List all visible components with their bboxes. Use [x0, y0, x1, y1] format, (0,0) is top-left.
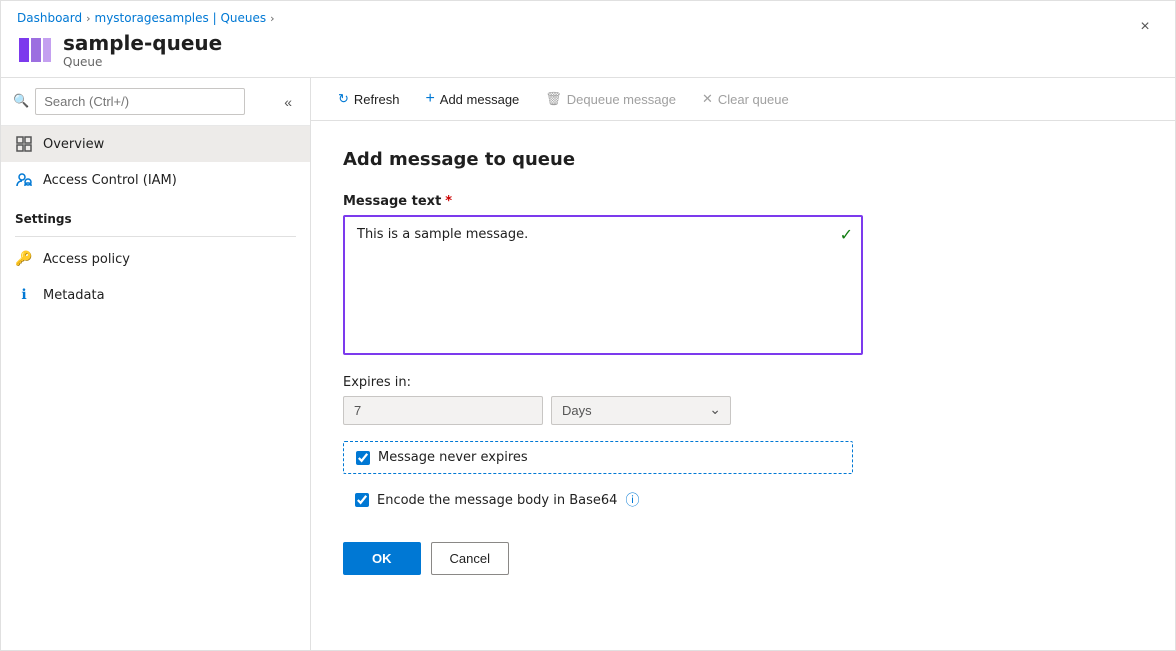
- main-content: ↻ Refresh + Add message 🗑 Dequeue messag…: [311, 78, 1175, 650]
- sidebar-item-access-control-label: Access Control (IAM): [43, 173, 177, 188]
- sidebar-item-overview-label: Overview: [43, 137, 104, 152]
- add-message-button[interactable]: + Add message: [414, 84, 530, 114]
- required-indicator: *: [445, 194, 452, 209]
- collapse-button[interactable]: «: [278, 90, 298, 114]
- never-expires-label: Message never expires: [378, 450, 528, 465]
- access-policy-icon: 🔑: [15, 250, 33, 268]
- settings-section-header: Settings: [1, 198, 310, 232]
- button-row: OK Cancel: [343, 542, 1143, 575]
- refresh-label: Refresh: [354, 92, 400, 107]
- title-text: sample-queue Queue: [63, 31, 222, 69]
- clear-queue-icon: ✕: [702, 91, 713, 107]
- panel-title: Add message to queue: [343, 149, 1143, 170]
- sidebar-item-overview[interactable]: Overview: [1, 126, 310, 162]
- search-input[interactable]: [35, 88, 245, 115]
- breadcrumb: Dashboard › mystoragesamples | Queues ›: [17, 11, 275, 25]
- sidebar-item-access-policy-label: Access policy: [43, 252, 130, 267]
- refresh-icon: ↻: [338, 91, 349, 107]
- dequeue-message-button[interactable]: 🗑 Dequeue message: [534, 85, 687, 113]
- message-textarea-wrapper: ✓: [343, 215, 863, 359]
- encode-row: Encode the message body in Base64 ⓘ: [343, 482, 1143, 518]
- dequeue-icon: 🗑: [545, 91, 562, 107]
- page-subtitle: Queue: [63, 55, 222, 69]
- add-message-label: Add message: [440, 92, 520, 107]
- encode-checkbox[interactable]: [355, 493, 369, 507]
- never-expires-checkbox[interactable]: [356, 451, 370, 465]
- expires-group: Expires in: Days Hours Minutes Seconds: [343, 375, 1143, 425]
- metadata-icon: ℹ: [15, 286, 33, 304]
- valid-check-icon: ✓: [840, 225, 853, 244]
- settings-divider: [15, 236, 296, 237]
- ok-button[interactable]: OK: [343, 542, 421, 575]
- sidebar-item-metadata-label: Metadata: [43, 288, 105, 303]
- close-button[interactable]: ×: [1131, 13, 1159, 41]
- breadcrumb-sep-2: ›: [270, 12, 274, 25]
- expires-unit-select[interactable]: Days Hours Minutes Seconds: [551, 396, 731, 425]
- body: 🔍 « Overview: [1, 78, 1175, 650]
- search-bar: 🔍 «: [1, 78, 310, 126]
- expires-value-input[interactable]: [343, 396, 543, 425]
- dequeue-message-label: Dequeue message: [567, 92, 676, 107]
- toolbar: ↻ Refresh + Add message 🗑 Dequeue messag…: [311, 78, 1175, 121]
- search-icon: 🔍: [13, 94, 29, 109]
- cancel-button[interactable]: Cancel: [431, 542, 509, 575]
- queue-icon: [17, 32, 53, 68]
- encode-info-icon[interactable]: ⓘ: [625, 490, 639, 510]
- sidebar-item-access-policy[interactable]: 🔑 Access policy: [1, 241, 310, 277]
- refresh-button[interactable]: ↻ Refresh: [327, 85, 410, 113]
- access-control-icon: [15, 171, 33, 189]
- title-section: sample-queue Queue: [17, 31, 222, 69]
- title-bar: Dashboard › mystoragesamples | Queues › …: [1, 1, 1175, 78]
- main-window: Dashboard › mystoragesamples | Queues › …: [0, 0, 1176, 651]
- message-text-group: Message text * ✓: [343, 194, 1143, 359]
- expires-row: Days Hours Minutes Seconds: [343, 396, 1143, 425]
- message-text-label: Message text *: [343, 194, 1143, 209]
- clear-queue-label: Clear queue: [718, 92, 789, 107]
- breadcrumb-queues[interactable]: mystoragesamples | Queues: [95, 11, 267, 25]
- message-textarea[interactable]: [343, 215, 863, 355]
- add-message-panel: Add message to queue Message text * ✓ Ex…: [311, 121, 1175, 650]
- sidebar-item-metadata[interactable]: ℹ Metadata: [1, 277, 310, 313]
- clear-queue-button[interactable]: ✕ Clear queue: [691, 85, 800, 113]
- breadcrumb-sep-1: ›: [86, 12, 90, 25]
- sidebar-item-access-control[interactable]: Access Control (IAM): [1, 162, 310, 198]
- page-title: sample-queue: [63, 31, 222, 55]
- breadcrumb-dashboard[interactable]: Dashboard: [17, 11, 82, 25]
- never-expires-row: Message never expires: [343, 441, 853, 474]
- encode-label: Encode the message body in Base64: [377, 493, 617, 508]
- overview-icon: [15, 135, 33, 153]
- sidebar: 🔍 « Overview: [1, 78, 311, 650]
- expires-label: Expires in:: [343, 375, 1143, 390]
- add-message-icon: +: [425, 90, 434, 108]
- expires-unit-select-wrapper: Days Hours Minutes Seconds: [551, 396, 731, 425]
